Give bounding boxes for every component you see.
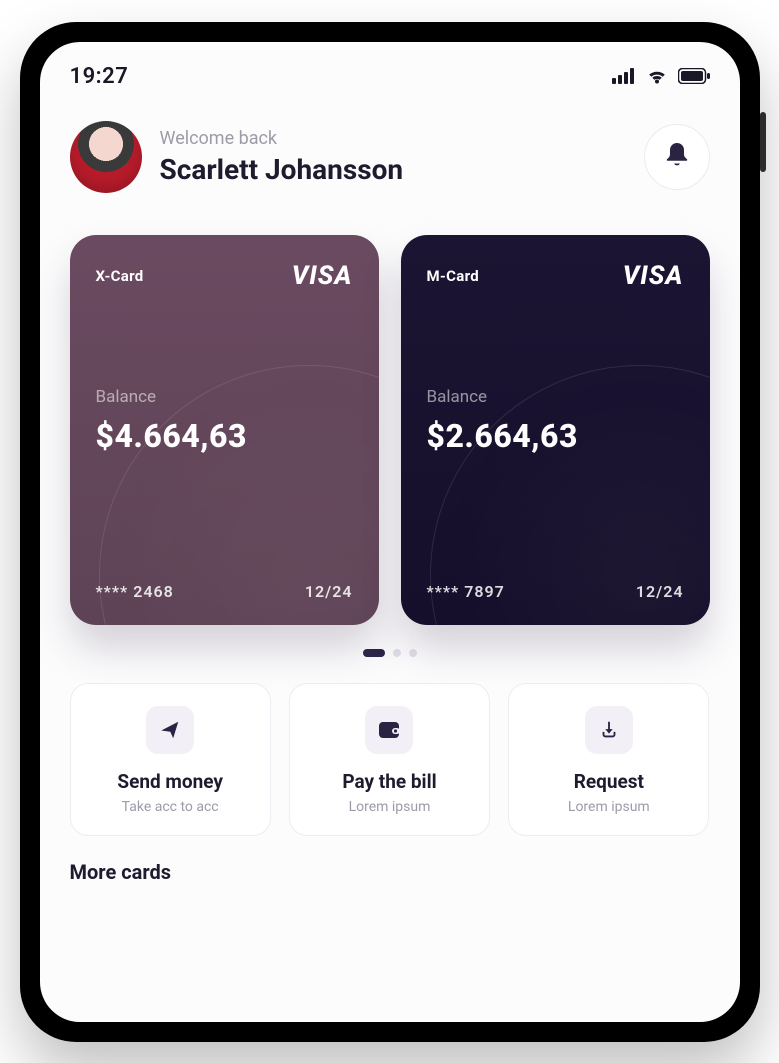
action-title: Send money bbox=[117, 770, 223, 793]
action-subtitle: Lorem ipsum bbox=[349, 799, 431, 815]
wifi-icon bbox=[646, 68, 668, 84]
welcome-block: Welcome back Scarlett Johansson bbox=[160, 128, 626, 186]
card-m[interactable]: M-Card VISA Balance $2.664,63 **** 7897 … bbox=[401, 235, 710, 625]
carousel-dot[interactable] bbox=[409, 649, 417, 657]
action-subtitle: Lorem ipsum bbox=[568, 799, 650, 815]
request-action[interactable]: Request Lorem ipsum bbox=[508, 683, 709, 836]
send-money-action[interactable]: Send money Take acc to acc bbox=[70, 683, 271, 836]
carousel-dots[interactable] bbox=[40, 635, 740, 657]
user-name: Scarlett Johansson bbox=[160, 153, 626, 186]
card-x[interactable]: X-Card VISA Balance $4.664,63 **** 2468 … bbox=[70, 235, 379, 625]
avatar[interactable] bbox=[70, 121, 142, 193]
download-icon bbox=[585, 706, 633, 754]
card-expiry: 12/24 bbox=[305, 582, 353, 601]
status-time: 19:27 bbox=[70, 64, 129, 89]
bell-icon bbox=[664, 141, 690, 173]
screen: 19:27 Welcome back Scarlett Johansson bbox=[40, 42, 740, 1022]
carousel-dot[interactable] bbox=[393, 649, 401, 657]
quick-actions: Send money Take acc to acc Pay the bill … bbox=[40, 657, 740, 836]
visa-logo: VISA bbox=[292, 261, 353, 291]
status-icons bbox=[612, 68, 710, 84]
action-title: Pay the bill bbox=[342, 770, 436, 793]
wallet-icon bbox=[365, 706, 413, 754]
paper-plane-icon bbox=[146, 706, 194, 754]
more-cards-heading: More cards bbox=[40, 836, 740, 884]
balance-amount: $2.664,63 bbox=[427, 417, 684, 455]
balance-label: Balance bbox=[427, 387, 684, 407]
card-name: M-Card bbox=[427, 267, 479, 285]
battery-icon bbox=[678, 68, 710, 84]
card-number-masked: **** 2468 bbox=[96, 582, 174, 601]
action-subtitle: Take acc to acc bbox=[122, 799, 219, 815]
header: Welcome back Scarlett Johansson bbox=[40, 97, 740, 199]
card-expiry: 12/24 bbox=[636, 582, 684, 601]
card-number-masked: **** 7897 bbox=[427, 582, 505, 601]
cards-carousel[interactable]: X-Card VISA Balance $4.664,63 **** 2468 … bbox=[40, 199, 740, 635]
notifications-button[interactable] bbox=[644, 124, 710, 190]
balance-amount: $4.664,63 bbox=[96, 417, 353, 455]
welcome-text: Welcome back bbox=[160, 128, 626, 149]
status-bar: 19:27 bbox=[40, 42, 740, 97]
card-name: X-Card bbox=[96, 267, 144, 285]
action-title: Request bbox=[574, 770, 644, 793]
device-frame: 19:27 Welcome back Scarlett Johansson bbox=[20, 22, 760, 1042]
signal-icon bbox=[612, 68, 636, 84]
pay-bill-action[interactable]: Pay the bill Lorem ipsum bbox=[289, 683, 490, 836]
balance-label: Balance bbox=[96, 387, 353, 407]
carousel-dot[interactable] bbox=[363, 649, 385, 657]
visa-logo: VISA bbox=[623, 261, 684, 291]
